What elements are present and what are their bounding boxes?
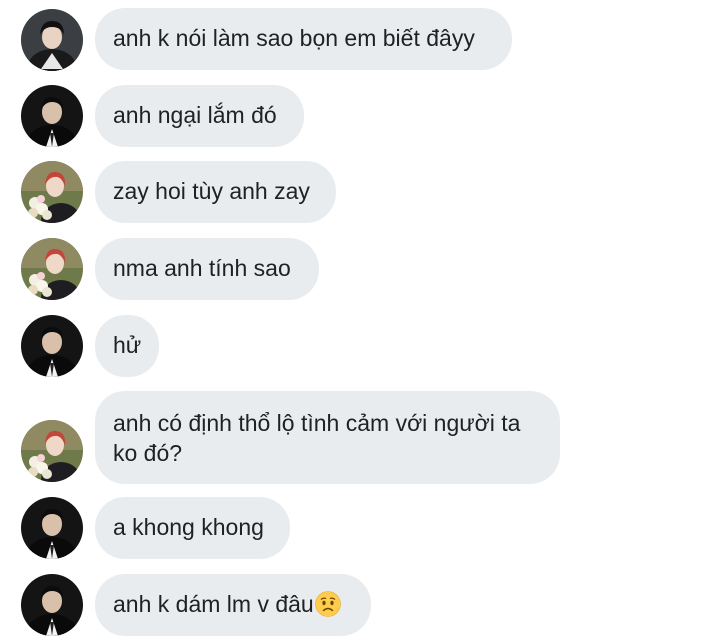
message-text: zay hoi tùy anh zay [113, 178, 310, 204]
avatar[interactable] [21, 420, 83, 482]
message-text: a khong khong [113, 514, 264, 540]
message-text: anh k dám lm v đâu [113, 591, 314, 617]
message-bubble[interactable]: anh k dám lm v đâu [95, 574, 371, 636]
message-text: anh k nói làm sao bọn em biết đâyy [113, 25, 475, 51]
avatar[interactable] [21, 497, 83, 559]
message-text: anh ngại lắm đó [113, 102, 277, 128]
message-text: hử [113, 332, 142, 358]
message-bubble[interactable]: zay hoi tùy anh zay [95, 161, 336, 223]
chat-thread: anh k nói làm sao bọn em biết đâyy anh n… [0, 0, 720, 642]
message-bubble[interactable]: hử [95, 315, 159, 377]
message-bubble[interactable]: anh k nói làm sao bọn em biết đâyy [95, 8, 512, 70]
avatar[interactable] [21, 238, 83, 300]
message-bubble[interactable]: a khong khong [95, 497, 290, 559]
message-bubble[interactable]: anh có định thổ lộ tình cảm với người ta… [95, 391, 560, 484]
worried-face-icon [314, 590, 341, 618]
message-text: nma anh tính sao [113, 255, 291, 281]
avatar[interactable] [21, 161, 83, 223]
avatar[interactable] [21, 315, 83, 377]
message-bubble[interactable]: anh ngại lắm đó [95, 85, 304, 147]
message-bubble[interactable]: nma anh tính sao [95, 238, 319, 300]
avatar[interactable] [21, 9, 83, 71]
avatar[interactable] [21, 85, 83, 147]
avatar[interactable] [21, 574, 83, 636]
message-text: anh có định thổ lộ tình cảm với người ta… [113, 410, 521, 466]
